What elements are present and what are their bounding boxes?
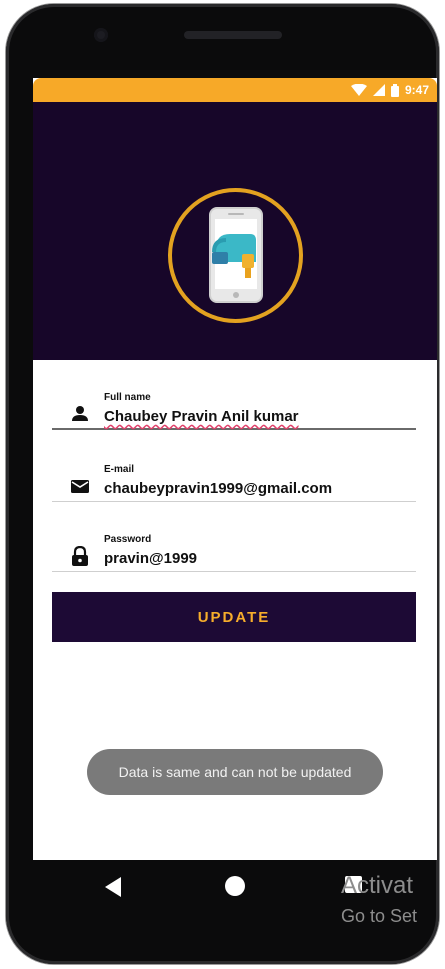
app-header (33, 102, 437, 360)
mail-icon (71, 480, 89, 493)
status-bar: 9:47 (33, 78, 437, 102)
password-field[interactable]: Password pravin@1999 (52, 502, 416, 572)
home-icon[interactable] (225, 876, 245, 896)
password-label: Password (104, 534, 152, 545)
earpiece-speaker (184, 31, 282, 39)
activation-watermark: Activat Go to Set (341, 872, 417, 927)
logo-ring (168, 188, 303, 323)
email-field[interactable]: E-mail chaubeypravin1999@gmail.com (52, 432, 416, 502)
full-name-field[interactable]: Full name Chaubey Pravin Anil kumar (52, 360, 416, 430)
profile-form: Full name Chaubey Pravin Anil kumar E-ma… (33, 360, 437, 860)
battery-icon (390, 83, 399, 97)
person-icon (72, 406, 88, 421)
full-name-input[interactable]: Chaubey Pravin Anil kumar (104, 408, 299, 425)
password-input[interactable]: pravin@1999 (104, 550, 197, 567)
full-name-label: Full name (104, 392, 151, 403)
watermark-line-1: Activat (341, 872, 414, 899)
watermark-line-2: Go to Set (341, 906, 418, 926)
lock-icon (72, 546, 88, 566)
app-screen: 9:47 Full name Chaubey Pravin Anil kumar… (33, 78, 437, 860)
front-camera (94, 28, 108, 42)
status-icons: 9:47 (350, 82, 429, 98)
back-icon[interactable] (104, 877, 122, 897)
phone-frame: 9:47 Full name Chaubey Pravin Anil kumar… (6, 4, 439, 964)
update-button[interactable]: UPDATE (52, 592, 416, 642)
wifi-icon (350, 84, 367, 96)
phone-lock-logo-icon (209, 207, 263, 303)
email-input[interactable]: chaubeypravin1999@gmail.com (104, 480, 332, 497)
signal-icon (372, 84, 385, 96)
email-label: E-mail (104, 464, 135, 475)
toast-message: Data is same and can not be updated (87, 749, 383, 795)
status-time: 9:47 (404, 83, 429, 97)
